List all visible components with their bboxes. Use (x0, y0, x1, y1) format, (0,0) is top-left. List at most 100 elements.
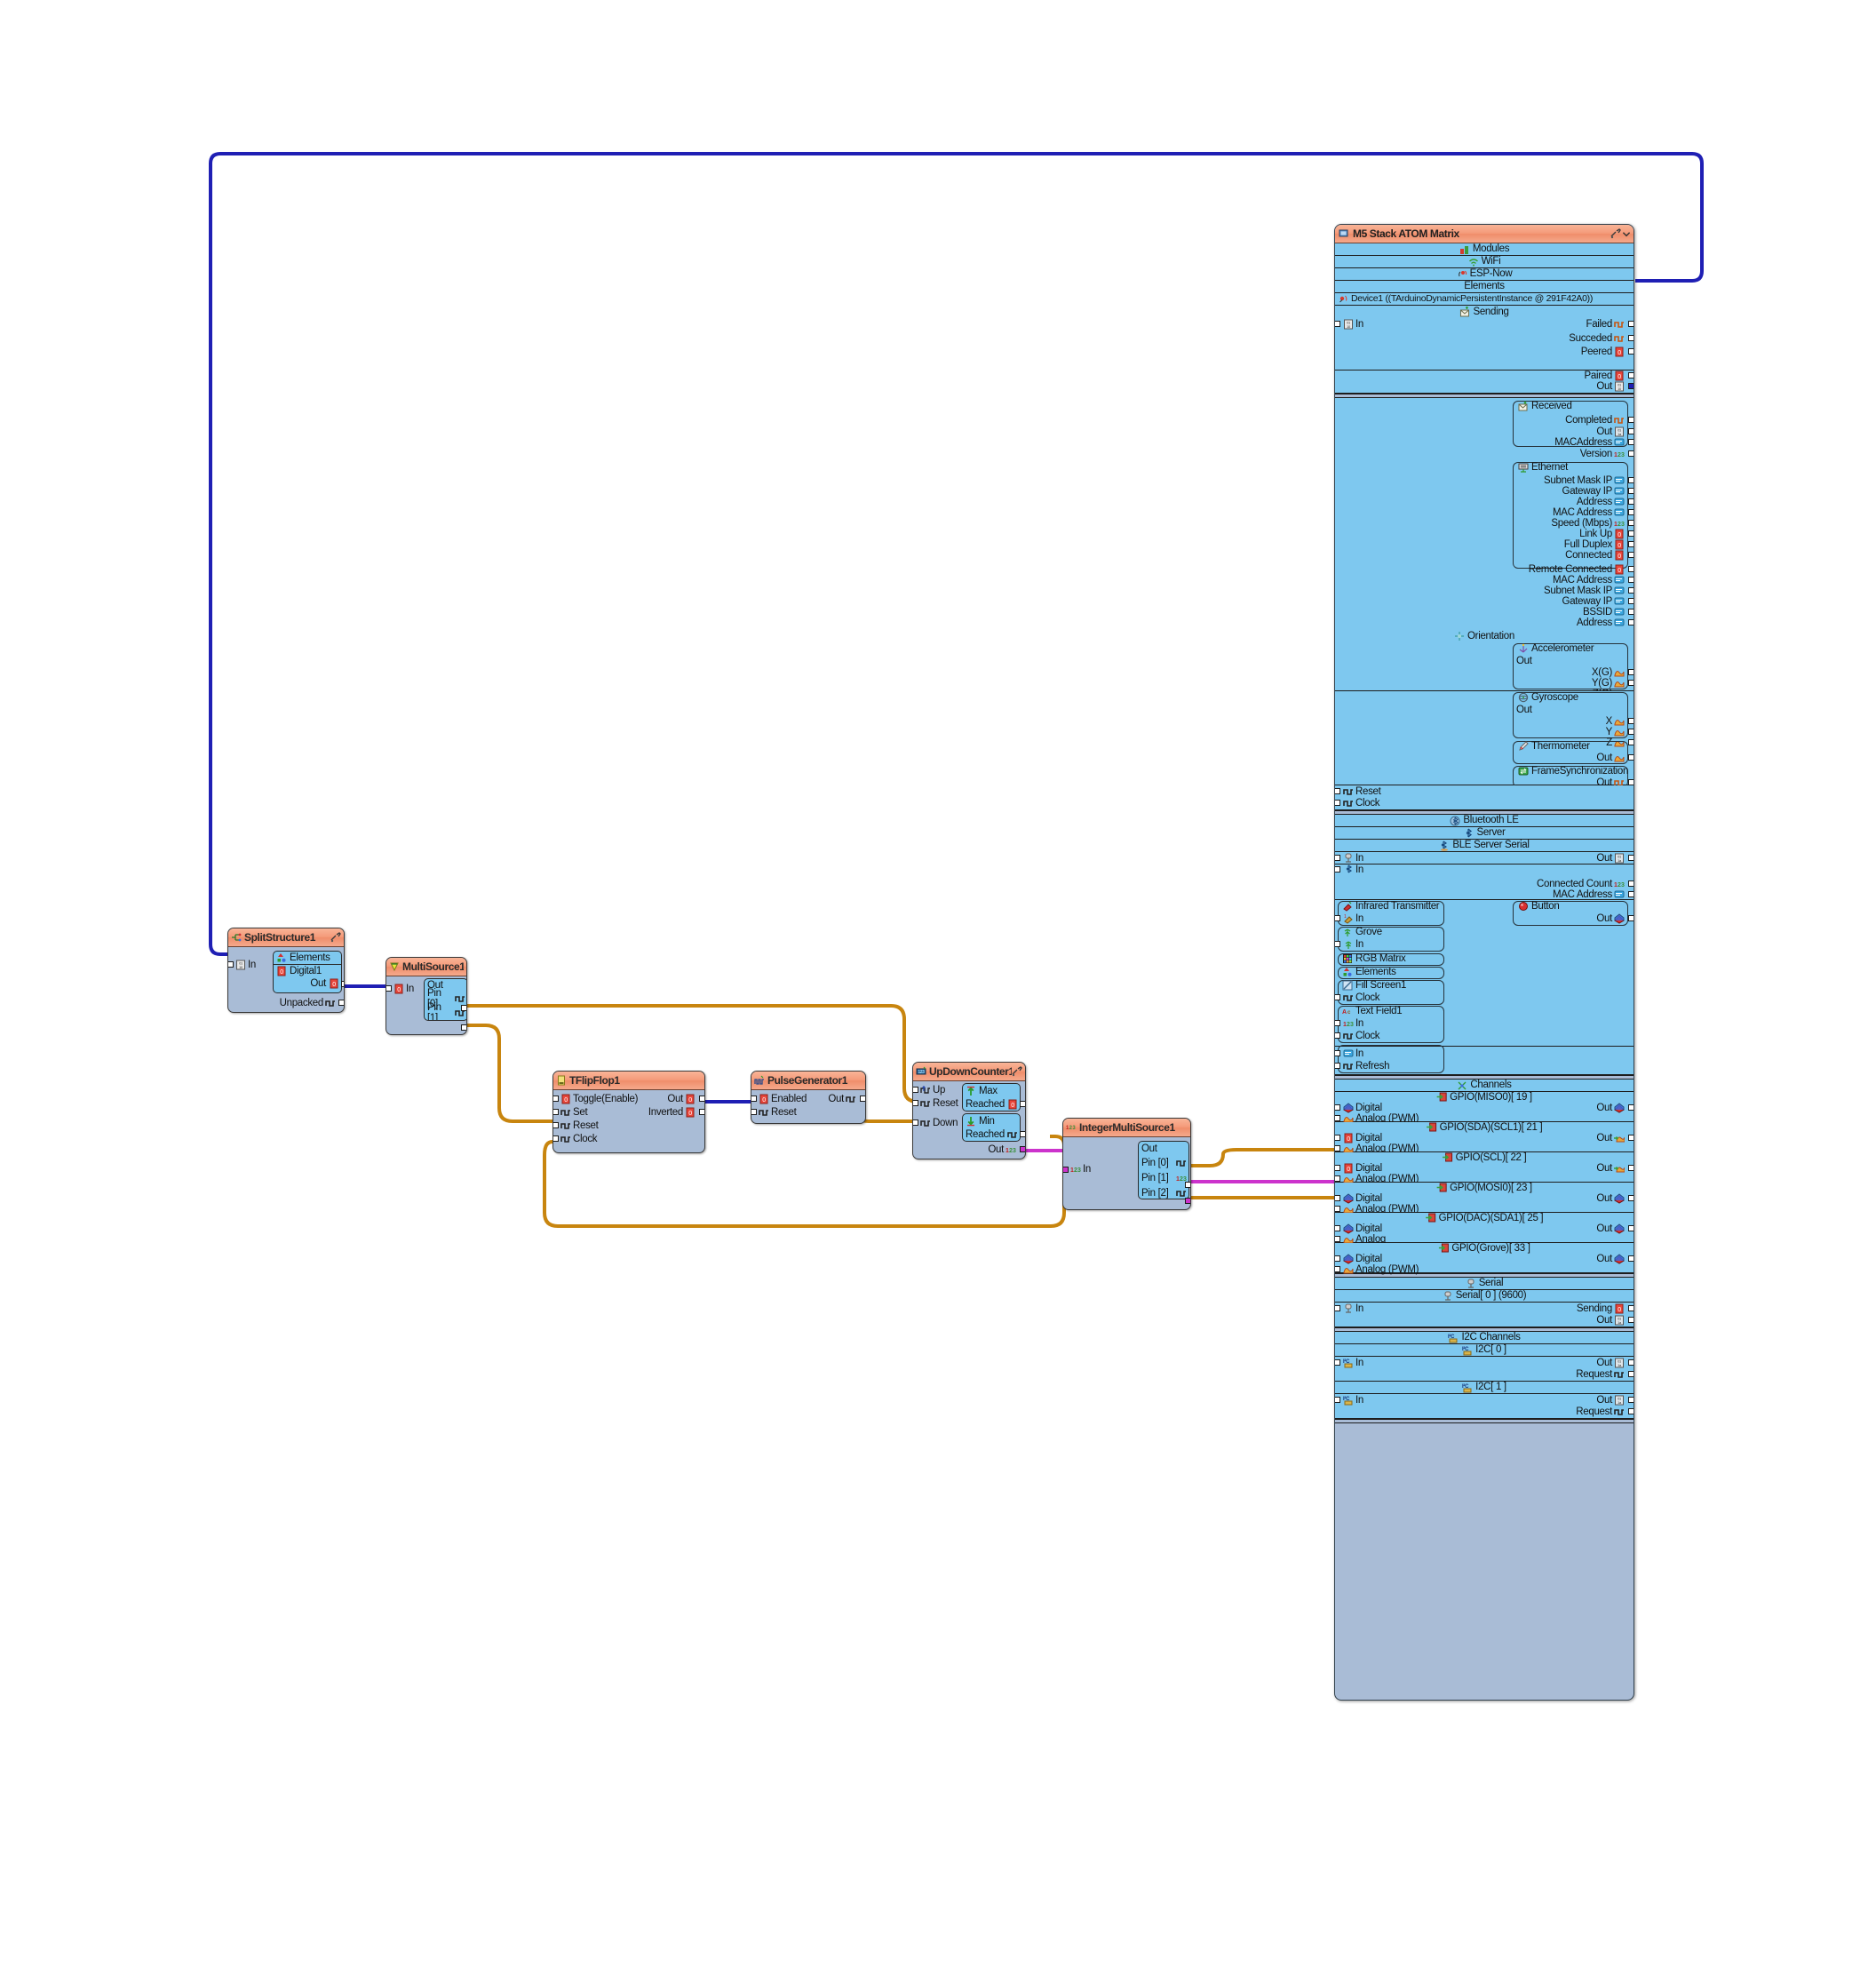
updowncounter1-minreached-connector[interactable] (1020, 1131, 1025, 1137)
pulsegenerator1-reset-pin[interactable]: Reset (759, 1107, 797, 1118)
splitstructure1-in-connector[interactable] (228, 961, 234, 968)
sending-in-connector[interactable] (1335, 321, 1340, 327)
remote-connected-pin[interactable]: Remote Connected 0 (1529, 564, 1625, 575)
i2c1-in-pin[interactable]: I²C In (1343, 1395, 1363, 1406)
device-panel-m5stack-atom-matrix[interactable]: M5 Stack ATOM Matrix Modules WiFi ESP-No… (1334, 224, 1634, 1701)
ble-in-pin[interactable]: In (1343, 864, 1363, 875)
tools-icon[interactable] (1610, 228, 1621, 239)
tflipflop1-header[interactable]: TFlipFlop1 (553, 1072, 704, 1090)
accel-yg-connector[interactable] (1628, 680, 1634, 686)
device-section-paired-out[interactable]: Paired 0 Out 01 10 (1335, 370, 1634, 394)
received-out-pin[interactable]: Out 01 1a (1596, 426, 1625, 437)
splitstructure1-out-row[interactable]: Out 0 (274, 977, 341, 990)
received-macaddress-connector[interactable] (1628, 439, 1634, 445)
gpio-digital-connector-2[interactable] (1335, 1165, 1340, 1171)
grove-in-connector[interactable] (1335, 941, 1340, 947)
integermultisource1-in-connector[interactable] (1063, 1167, 1069, 1173)
gyro-x-connector[interactable] (1628, 718, 1634, 724)
pulsegenerator1-reset-connector[interactable] (751, 1109, 757, 1115)
sending-peered-connector[interactable] (1628, 348, 1634, 355)
device-section-i2c-channels[interactable]: I²C I2C Channels (1335, 1332, 1634, 1344)
device-clock-pin[interactable]: Clock (1343, 798, 1380, 809)
gpio-channel-band-4[interactable]: GPIO(DAC)(SDA1)[ 25 ] Digital Analog Out (1335, 1213, 1634, 1245)
multisource1-pin1-connector[interactable] (461, 1024, 466, 1031)
sending-out-pin[interactable]: Out 01 10 (1596, 381, 1625, 392)
chevron-down-icon[interactable] (1621, 228, 1631, 239)
ir-in-connector[interactable] (1335, 915, 1340, 921)
serial0-out-pin[interactable]: Out 01 1a (1596, 1315, 1625, 1326)
gpio-digital-connector-4[interactable] (1335, 1225, 1340, 1231)
gpio-out-connector-4[interactable] (1628, 1225, 1634, 1231)
component-pulsegenerator1[interactable]: PulseGenerator1 0 Enabled Reset Out (751, 1071, 866, 1124)
tflipflop1-inverted-pin[interactable]: Inverted 0 (648, 1107, 696, 1118)
device-section-elements[interactable]: Elements (1335, 281, 1634, 293)
i2c0-in-connector[interactable] (1335, 1359, 1340, 1366)
component-updowncounter1[interactable]: 123 UpDownCounter1 Up Reset Down Max Rea… (912, 1062, 1026, 1159)
gpio-out-pin-1[interactable]: Out (1596, 1133, 1625, 1143)
wifi-mac-pin[interactable]: MAC Address (1553, 575, 1625, 586)
i2c0-out-pin[interactable]: Out 01 1a (1596, 1358, 1625, 1368)
multisource1-pin0-connector[interactable] (461, 1005, 466, 1011)
serial0-in-pin[interactable]: In (1343, 1303, 1363, 1314)
component-splitstructure1[interactable]: SplitStructure1 01 10 In Elements 0 Digit… (227, 928, 345, 1013)
ble-mac-connector[interactable] (1628, 891, 1634, 897)
gpio-analog-connector-3[interactable] (1335, 1206, 1340, 1212)
device-panel-header[interactable]: M5 Stack ATOM Matrix (1335, 225, 1634, 243)
sending-failed-pin[interactable]: Failed (1586, 319, 1625, 330)
i2c1-out-pin[interactable]: Out 01 1a (1596, 1395, 1625, 1406)
sending-peered-pin[interactable]: Peered 0 (1581, 347, 1625, 357)
integermultisource1-in-pin[interactable]: 123 In (1070, 1164, 1091, 1175)
ble-mac-pin[interactable]: MAC Address (1553, 889, 1625, 900)
device-section-server[interactable]: Server (1335, 827, 1634, 840)
device-section-i2c1-io[interactable]: I²C In Out 01 1a Request (1335, 1394, 1634, 1419)
device-section-received-ethernet[interactable]: Received Completed Out 01 1a MACAddress V… (1335, 398, 1634, 699)
eth-speed-connector[interactable] (1628, 520, 1634, 526)
eth-subnet-pin[interactable]: Subnet Mask IP (1544, 475, 1625, 486)
serial0-in-connector[interactable] (1335, 1305, 1340, 1311)
tflipflop1-toggle-connector[interactable] (553, 1096, 559, 1102)
device-section-reset-clock[interactable]: Reset Clock (1335, 785, 1634, 810)
eth-linkup-connector[interactable] (1628, 530, 1634, 537)
sending-failed-connector[interactable] (1628, 321, 1634, 327)
gpio-out-connector-5[interactable] (1628, 1255, 1634, 1262)
gpio-out-connector-2[interactable] (1628, 1165, 1634, 1171)
paired-connector[interactable] (1628, 372, 1634, 378)
wifi-bssid-connector[interactable] (1628, 609, 1634, 615)
multisource1-in-connector[interactable] (386, 985, 392, 992)
gpio-out-pin-3[interactable]: Out (1596, 1193, 1625, 1204)
pulsegenerator1-header[interactable]: PulseGenerator1 (751, 1072, 865, 1090)
device-section-i2c0-io[interactable]: I²C In Out 01 1a Request (1335, 1357, 1634, 1382)
display-refresh-pin[interactable]: Refresh (1343, 1061, 1389, 1072)
integermultisource1-pin1-row[interactable]: Pin [1] 123 (1139, 1170, 1188, 1185)
sending-succeded-connector[interactable] (1628, 335, 1634, 341)
device-section-modules[interactable]: Modules (1335, 243, 1634, 256)
device-section-serial0-io[interactable]: In Sending 0 Out 01 1a (1335, 1303, 1634, 1327)
eth-fullduplex-pin[interactable]: Full Duplex 0 (1564, 539, 1625, 550)
integermultisource1-pin1-connector[interactable] (1185, 1198, 1190, 1204)
version-connector[interactable] (1628, 450, 1634, 457)
i2c0-out-connector[interactable] (1628, 1359, 1634, 1366)
updowncounter1-minreached-row[interactable]: Reached (963, 1127, 1020, 1141)
pulsegenerator1-enabled-pin[interactable]: 0 Enabled (759, 1094, 807, 1104)
tools-icon[interactable] (330, 932, 341, 943)
wifi-bssid-pin[interactable]: BSSID (1583, 607, 1625, 618)
gpio-out-connector-3[interactable] (1628, 1195, 1634, 1201)
updowncounter1-up-connector[interactable] (913, 1087, 918, 1093)
pulsegenerator1-enabled-connector[interactable] (751, 1096, 757, 1102)
device-reset-connector[interactable] (1335, 788, 1340, 794)
accel-xg-connector[interactable] (1628, 669, 1634, 675)
device-section-in-refresh[interactable]: In Refresh (1335, 1045, 1634, 1075)
i2c0-request-connector[interactable] (1628, 1371, 1634, 1377)
eth-address-pin[interactable]: Address (1577, 497, 1625, 507)
gpio-analog-connector-2[interactable] (1335, 1175, 1340, 1182)
accel-xg-pin[interactable]: X(G) (1592, 667, 1625, 678)
wifi-subnet-pin[interactable]: Subnet Mask IP (1544, 586, 1625, 596)
integermultisource1-pin0-connector[interactable] (1185, 1182, 1190, 1188)
i2c1-request-pin[interactable]: Request (1576, 1406, 1625, 1417)
updowncounter1-maxreached-row[interactable]: Reached 0 (963, 1097, 1020, 1111)
updowncounter1-header[interactable]: 123 UpDownCounter1 (913, 1063, 1025, 1081)
eth-fullduplex-connector[interactable] (1628, 541, 1634, 547)
gpio-out-connector-1[interactable] (1628, 1135, 1634, 1141)
i2c0-in-pin[interactable]: I²C In (1343, 1358, 1363, 1368)
gpio-analog-connector-4[interactable] (1335, 1236, 1340, 1242)
